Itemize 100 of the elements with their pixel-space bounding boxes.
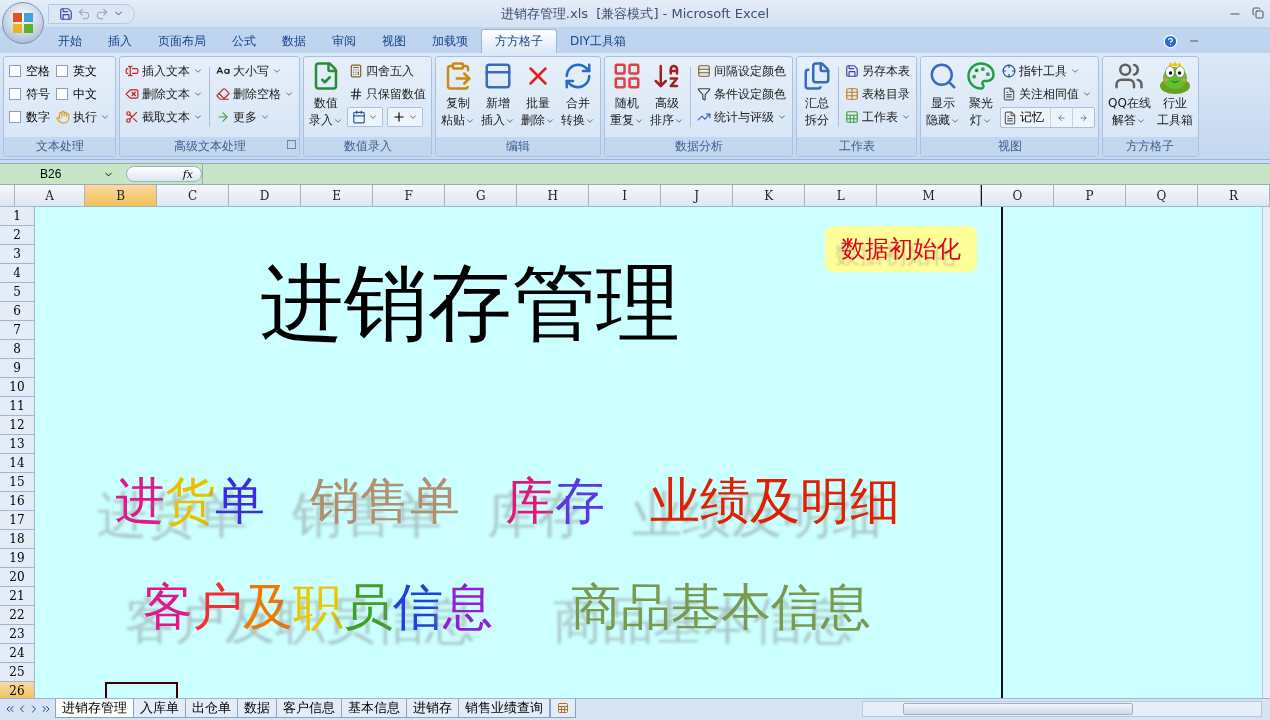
row-header[interactable]: 18 bbox=[0, 530, 34, 549]
save-icon[interactable] bbox=[59, 6, 73, 21]
column-header[interactable]: H bbox=[517, 185, 590, 206]
ribbon-button[interactable]: 删除空格 bbox=[214, 84, 296, 104]
ribbon-large-button[interactable]: 汇总 拆分 bbox=[800, 61, 834, 137]
ribbon-large-button[interactable]: 数值 录入 bbox=[307, 61, 345, 137]
column-header[interactable]: C bbox=[157, 185, 230, 206]
row-header[interactable]: 14 bbox=[0, 454, 34, 473]
ribbon-large-button[interactable]: 合并 转换 bbox=[559, 61, 597, 137]
ribbon-button[interactable]: 大小写 bbox=[214, 61, 296, 81]
ribbon-tab[interactable]: 视图 bbox=[369, 29, 419, 53]
sheet-tab[interactable]: 出仓单 bbox=[185, 699, 238, 718]
sheet-link[interactable]: 客户及职员信息 bbox=[143, 578, 493, 636]
ribbon-large-button[interactable]: 随机 重复 bbox=[608, 61, 646, 137]
row-header[interactable]: 10 bbox=[0, 378, 34, 397]
ribbon-tab[interactable]: 审阅 bbox=[319, 29, 369, 53]
sheet-link[interactable]: 库存 bbox=[505, 472, 605, 530]
column-header[interactable]: R bbox=[1198, 185, 1270, 206]
row-header[interactable]: 5 bbox=[0, 283, 34, 302]
column-header[interactable]: Q bbox=[1126, 185, 1198, 206]
column-header[interactable]: I bbox=[589, 185, 662, 206]
ribbon-button[interactable]: 关注相同值 bbox=[1000, 84, 1095, 104]
sheet-tab[interactable]: 进销存 bbox=[406, 699, 459, 718]
ribbon-button[interactable]: 间隔设定颜色 bbox=[695, 61, 789, 81]
column-header[interactable]: K bbox=[733, 185, 806, 206]
ribbon-large-button[interactable]: 显示 隐藏 bbox=[924, 61, 962, 137]
office-button[interactable] bbox=[2, 2, 44, 44]
redo-icon[interactable] bbox=[95, 6, 109, 21]
row-header[interactable]: 22 bbox=[0, 606, 34, 625]
sheet-tab[interactable]: 数据 bbox=[237, 699, 277, 718]
sheet-tab[interactable]: 客户信息 bbox=[276, 699, 342, 718]
column-header[interactable]: B bbox=[85, 185, 158, 206]
restore-icon[interactable] bbox=[1252, 6, 1264, 19]
sheet-link[interactable]: 进货单 bbox=[115, 472, 265, 530]
row-header[interactable]: 17 bbox=[0, 511, 34, 530]
row-header[interactable]: 11 bbox=[0, 397, 34, 416]
memory-button[interactable]: 记忆 bbox=[1001, 108, 1050, 127]
ribbon-button[interactable]: 统计与评级 bbox=[695, 107, 789, 127]
ribbon-tab[interactable]: 插入 bbox=[95, 29, 145, 53]
calendar-dropdown[interactable] bbox=[347, 107, 383, 127]
ribbon-tab[interactable]: 加载项 bbox=[419, 29, 481, 53]
checkbox[interactable] bbox=[9, 88, 21, 100]
row-header[interactable]: 20 bbox=[0, 568, 34, 587]
dialog-launcher-icon[interactable] bbox=[287, 140, 296, 149]
checkbox[interactable] bbox=[56, 88, 68, 100]
column-header[interactable]: F bbox=[373, 185, 446, 206]
row-header[interactable]: 2 bbox=[0, 226, 34, 245]
ribbon-button[interactable]: 只保留数值 bbox=[347, 84, 428, 104]
column-header[interactable]: E bbox=[301, 185, 374, 206]
row-header[interactable]: 24 bbox=[0, 644, 34, 663]
checkbox[interactable] bbox=[9, 111, 21, 123]
row-header[interactable]: 7 bbox=[0, 321, 34, 340]
column-header[interactable]: L bbox=[805, 185, 878, 206]
ribbon-button[interactable]: 指针工具 bbox=[1000, 61, 1095, 81]
row-header[interactable]: 12 bbox=[0, 416, 34, 435]
checkbox[interactable] bbox=[56, 65, 68, 77]
sheet-tab[interactable]: 进销存管理 bbox=[55, 699, 134, 718]
row-header[interactable]: 16 bbox=[0, 492, 34, 511]
ribbon-button[interactable]: 四舍五入 bbox=[347, 61, 428, 81]
sheet-tab[interactable]: 基本信息 bbox=[341, 699, 407, 718]
ribbon-tab[interactable]: 页面布局 bbox=[145, 29, 219, 53]
ribbon-button[interactable]: 执行 bbox=[54, 107, 112, 127]
checkbox[interactable] bbox=[9, 65, 21, 77]
vertical-scrollbar[interactable] bbox=[1262, 207, 1270, 698]
ribbon-button[interactable]: 另存本表 bbox=[843, 61, 913, 81]
column-header[interactable]: O bbox=[982, 185, 1054, 206]
row-header[interactable]: 6 bbox=[0, 302, 34, 321]
row-header[interactable]: 15 bbox=[0, 473, 34, 492]
ribbon-button[interactable]: 删除文本 bbox=[123, 84, 205, 104]
sheet-link[interactable]: 业绩及明细 bbox=[650, 472, 900, 530]
ribbon-large-button[interactable]: 批量 删除 bbox=[519, 61, 557, 137]
row-header[interactable]: 1 bbox=[0, 207, 34, 226]
ribbon-large-button[interactable]: 新增 插入 bbox=[479, 61, 517, 137]
help-icon[interactable] bbox=[1163, 33, 1178, 49]
ribbon-button[interactable]: 工作表 bbox=[843, 107, 913, 127]
row-header[interactable]: 19 bbox=[0, 549, 34, 568]
column-header[interactable]: P bbox=[1054, 185, 1126, 206]
insert-function-button[interactable]: fx bbox=[126, 166, 202, 182]
ribbon-button[interactable]: 表格目录 bbox=[843, 84, 913, 104]
ribbon-large-button[interactable]: 高级 排序 bbox=[648, 61, 686, 137]
row-header[interactable]: 4 bbox=[0, 264, 34, 283]
column-header[interactable]: G bbox=[445, 185, 518, 206]
ribbon-tab[interactable]: 数据 bbox=[269, 29, 319, 53]
row-header[interactable]: 8 bbox=[0, 340, 34, 359]
ribbon-tab[interactable]: DIY工具箱 bbox=[557, 29, 640, 53]
row-header[interactable]: 3 bbox=[0, 245, 34, 264]
ribbon-large-button[interactable]: QQ在线 解答 bbox=[1106, 61, 1153, 137]
ribbon-button[interactable]: 插入文本 bbox=[123, 61, 205, 81]
sheet-tab[interactable]: 销售业绩查询 bbox=[458, 699, 550, 718]
row-header[interactable]: 21 bbox=[0, 587, 34, 606]
column-header[interactable]: J bbox=[661, 185, 734, 206]
row-header[interactable]: 13 bbox=[0, 435, 34, 454]
sheet-tab[interactable]: 入库单 bbox=[133, 699, 186, 718]
plus-dropdown[interactable] bbox=[387, 107, 423, 127]
ribbon-button[interactable]: 截取文本 bbox=[123, 107, 205, 127]
row-header[interactable]: 9 bbox=[0, 359, 34, 378]
row-header[interactable]: 26 bbox=[0, 682, 34, 698]
ribbon-tab[interactable]: 公式 bbox=[219, 29, 269, 53]
ribbon-button[interactable]: 条件设定颜色 bbox=[695, 84, 789, 104]
row-header[interactable]: 23 bbox=[0, 625, 34, 644]
